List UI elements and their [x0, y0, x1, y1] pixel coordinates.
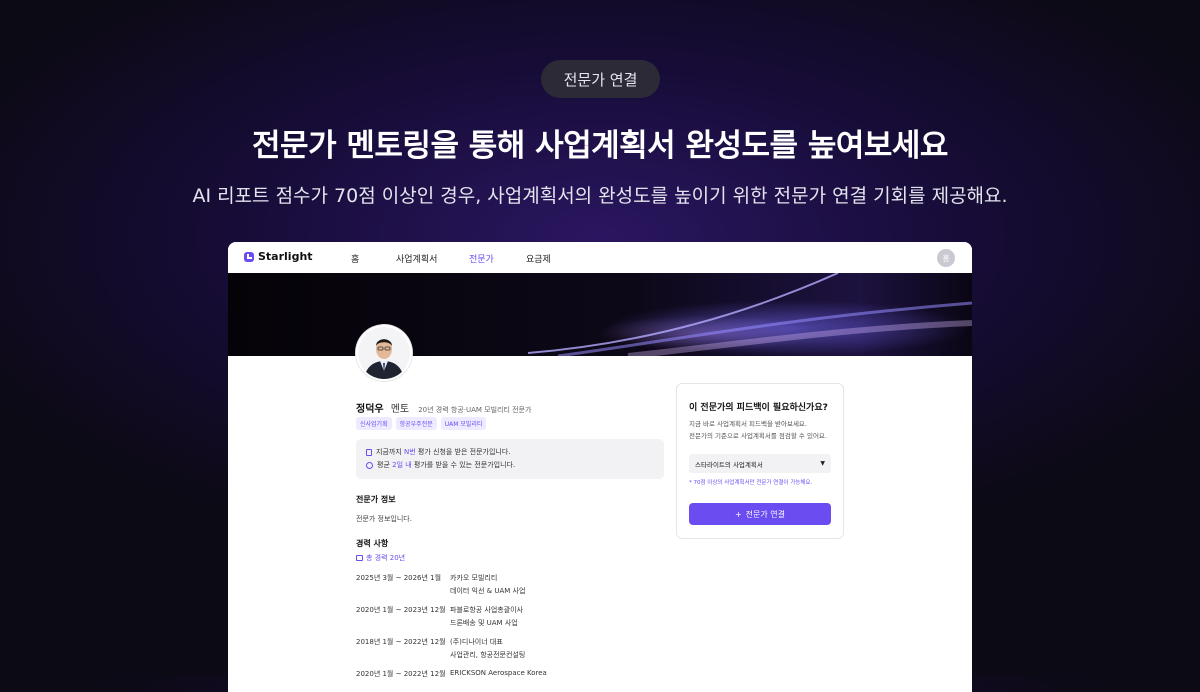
expert-info-title: 전문가 정보: [356, 495, 396, 504]
career-period: 2018년 1월 ~ 2022년 12월: [356, 638, 446, 646]
mentor-avatar: [356, 325, 412, 381]
top-nav: Starlight 홈 사업계획서 전문가 요금제 홍: [228, 242, 972, 273]
card-desc-line: 지금 바로 사업계획서 피드백을 받아보세요.: [689, 420, 807, 428]
hero-title: 전문가 멘토링을 통해 사업계획서 완성도를 높여보세요: [252, 128, 948, 164]
nav-item-home[interactable]: 홈: [351, 252, 359, 265]
career-company: 카카오 모빌리티: [450, 574, 498, 582]
expert-info-text: 전문가 정보입니다.: [356, 515, 412, 523]
stat-request-count: 지금까지 N번 평가 신청을 받은 전문가입니다.: [366, 447, 511, 457]
mentor-role: 멘토: [390, 404, 410, 415]
user-initial: 홍: [942, 253, 950, 263]
banner-light-streak: [527, 273, 972, 356]
nav-item-experts[interactable]: 전문가: [469, 252, 494, 265]
mentor-stats: 지금까지 N번 평가 신청을 받은 전문가입니다. 평균 2일 내 평가를 받을…: [356, 439, 664, 479]
app-preview: Starlight 홈 사업계획서 전문가 요금제 홍 정덕우 멘토 20년 경…: [228, 242, 972, 692]
card-title: 이 전문가의 피드백이 필요하신가요?: [689, 403, 828, 413]
career-period: 2020년 1월 ~ 2022년 12월: [356, 670, 446, 678]
tag: UAM 모빌리티: [440, 417, 487, 430]
stat-avg-time: 평균 2일 내 평가를 받을 수 있는 전문가입니다.: [366, 460, 515, 470]
business-plan-select[interactable]: 스타라이트의 사업계획서 ▼: [689, 454, 831, 473]
stat-text: 평가를 받을 수 있는 전문가입니다.: [411, 461, 516, 469]
plus-icon: +: [734, 509, 742, 519]
mentor-name-row: 정덕우 멘토 20년 경력 항공·UAM 모빌리티 전문가: [356, 397, 531, 416]
career-total: 총 경력 20년: [356, 553, 405, 563]
tag: 신사업기획: [356, 417, 392, 430]
profile-banner: [228, 273, 972, 356]
career-title: 경력 사항: [356, 539, 389, 548]
career-desc: 사업관리, 항공전문컨설팅: [450, 651, 526, 659]
eligibility-note: * 70점 이상의 사업계획서만 전문가 연결이 가능해요.: [689, 480, 813, 486]
section-badge: 전문가 연결: [541, 60, 660, 98]
button-label: 전문가 연결: [745, 509, 786, 519]
mentor-headline: 20년 경력 항공·UAM 모빌리티 전문가: [418, 406, 532, 414]
caret-down-icon: ▼: [820, 460, 825, 467]
nav-item-business-plan[interactable]: 사업계획서: [396, 252, 437, 265]
career-company: 파블로항공 사업총괄이사: [450, 606, 524, 614]
hero-subtitle: AI 리포트 점수가 70점 이상인 경우, 사업계획서의 완성도를 높이기 위…: [192, 185, 1008, 207]
stat-value: N번: [404, 448, 416, 456]
career-desc: 데이터 익선 & UAM 사업: [450, 587, 526, 595]
mentor-tags: 신사업기획 항공우주전문 UAM 모빌리티: [356, 417, 487, 430]
select-value: 스타라이트의 사업계획서: [695, 460, 763, 469]
career-desc: 드론배송 및 UAM 사업: [450, 619, 518, 627]
career-total-text: 총 경력 20년: [366, 554, 406, 562]
career-company: ERICKSON Aerospace Korea: [450, 669, 547, 677]
clock-icon: [366, 461, 373, 469]
briefcase-icon: [356, 555, 363, 561]
card-description: 지금 바로 사업계획서 피드백을 받아보세요. 전문가의 기준으로 사업계획서를…: [689, 418, 839, 442]
clipboard-icon: [366, 448, 372, 456]
stat-text: 평균: [377, 461, 393, 469]
starlight-logo-icon: [244, 251, 254, 262]
mentor-name: 정덕우: [356, 404, 384, 415]
career-period: 2020년 1월 ~ 2023년 12월: [356, 606, 446, 614]
nav-item-pricing[interactable]: 요금제: [526, 252, 551, 265]
card-desc-line: 전문가의 기준으로 사업계획서를 점검할 수 있어요.: [689, 432, 827, 440]
career-company: (주)디나이너 대표: [450, 638, 503, 646]
feedback-request-card: 이 전문가의 피드백이 필요하신가요? 지금 바로 사업계획서 피드백을 받아보…: [676, 383, 844, 539]
brand-name: Starlight: [258, 250, 313, 263]
connect-expert-button[interactable]: + 전문가 연결: [689, 503, 831, 525]
stat-text: 평가 신청을 받은 전문가입니다.: [415, 448, 511, 456]
brand-logo[interactable]: Starlight: [244, 250, 313, 263]
stat-value: 2일 내: [392, 461, 412, 469]
stat-text: 지금까지: [376, 448, 404, 456]
tag: 항공우주전문: [395, 417, 437, 430]
user-avatar[interactable]: 홍: [937, 249, 955, 267]
career-period: 2025년 3월 ~ 2026년 1월: [356, 574, 442, 582]
mentor-photo-icon: [358, 327, 410, 379]
